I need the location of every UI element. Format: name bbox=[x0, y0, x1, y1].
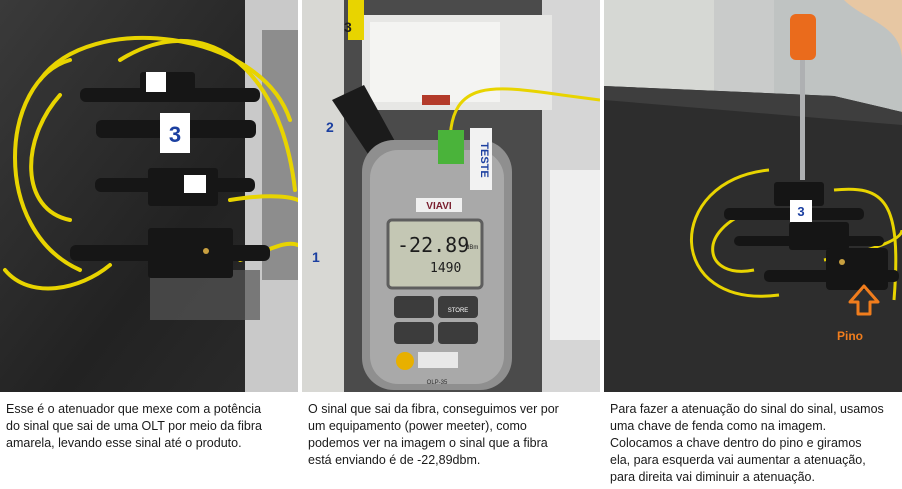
caption-power-meter: O sinal que sai da fibra, conseguimos ve… bbox=[308, 402, 559, 467]
wavelength-reading: 1490 bbox=[430, 261, 461, 276]
slot-2-label: 2 bbox=[326, 119, 334, 135]
attenuator-photo: 3 bbox=[0, 0, 298, 392]
model-label: OLP-35 bbox=[427, 380, 448, 386]
slot-3-label: 3 bbox=[344, 19, 352, 35]
box-number-label: 3 bbox=[169, 122, 181, 147]
brand-label: VIAVI bbox=[426, 201, 452, 212]
box-number-label-small: 3 bbox=[797, 204, 804, 219]
caption-attenuator: Esse é o atenuador que mexe com a potênc… bbox=[6, 402, 262, 450]
slot-1-label: 1 bbox=[312, 249, 320, 265]
pino-label: Pino bbox=[837, 329, 863, 343]
teste-tag-label: TESTE bbox=[478, 142, 490, 177]
panel-screwdriver: 3 Pino Para fazer a atenuação do sinal d… bbox=[604, 0, 902, 489]
panel-power-meter: 3 2 1 TESTE VIAVI -22.89 dBm 1490 STORE … bbox=[302, 0, 600, 489]
power-reading: -22.89 bbox=[397, 233, 469, 257]
power-meter-photo: 3 2 1 TESTE VIAVI -22.89 dBm 1490 STORE … bbox=[302, 0, 600, 392]
panel-attenuator: 3 Esse é o atenuador que mexe com a potê… bbox=[0, 0, 298, 489]
power-unit: dBm bbox=[466, 245, 478, 251]
store-key-label: STORE bbox=[448, 308, 469, 314]
caption-screwdriver: Para fazer a atenuação do sinal do sinal… bbox=[610, 402, 884, 484]
